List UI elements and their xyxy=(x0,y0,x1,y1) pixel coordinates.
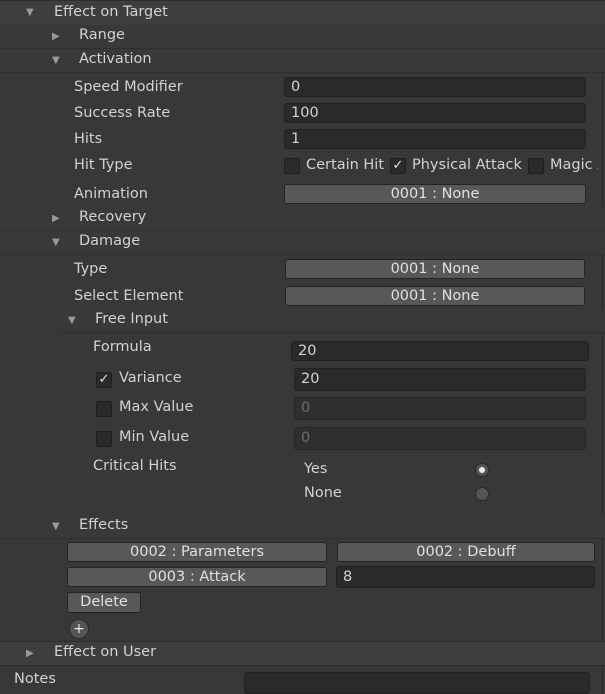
collapsed-arrow-icon: ▶ xyxy=(52,31,60,42)
recovery-label: Recovery xyxy=(79,209,147,225)
range-foldout[interactable]: ▶ Range xyxy=(0,25,605,49)
effect-on-user-label: Effect on User xyxy=(54,644,157,660)
magic-attack-checkbox[interactable] xyxy=(528,158,544,174)
critical-hits-label: Critical Hits xyxy=(93,458,177,474)
speed-modifier-input[interactable]: 0 xyxy=(284,77,586,97)
magic-attack-label: Magic A xyxy=(550,157,598,173)
notes-input[interactable] xyxy=(244,672,590,694)
formula-input[interactable]: 20 xyxy=(291,341,589,361)
damage-type-dropdown[interactable]: 0001 : None xyxy=(285,259,585,279)
expanded-arrow-icon: ▼ xyxy=(52,521,60,532)
select-element-label: Select Element xyxy=(74,288,184,304)
effect-attack-dropdown[interactable]: 0003 : Attack xyxy=(67,567,327,587)
check-icon: ✓ xyxy=(392,158,404,173)
free-input-label: Free Input xyxy=(95,311,168,327)
effect-on-target-header[interactable]: ▼ Effect on Target xyxy=(0,0,605,26)
critical-yes-radio[interactable] xyxy=(475,463,489,477)
delete-button[interactable]: Delete xyxy=(67,592,141,613)
expanded-arrow-icon: ▼ xyxy=(52,237,60,248)
variance-input[interactable]: 20 xyxy=(294,368,586,391)
collapsed-arrow-icon: ▶ xyxy=(52,213,60,224)
formula-label: Formula xyxy=(93,339,152,355)
scrollbar-edge xyxy=(602,0,603,694)
effect-value-input[interactable]: 8 xyxy=(336,566,595,588)
free-input-foldout[interactable]: ▼ Free Input xyxy=(60,309,605,333)
check-icon: ✓ xyxy=(98,372,110,387)
hits-input[interactable]: 1 xyxy=(284,129,586,149)
variance-label: Variance xyxy=(119,370,182,386)
certain-hit-checkbox[interactable] xyxy=(284,158,300,174)
min-value-label: Min Value xyxy=(119,429,190,445)
critical-none-radio[interactable] xyxy=(475,487,489,501)
max-value-checkbox[interactable] xyxy=(96,401,112,417)
physical-attack-label: Physical Attack xyxy=(412,157,522,173)
min-value-checkbox[interactable] xyxy=(96,431,112,447)
hit-type-label: Hit Type xyxy=(74,157,133,173)
critical-yes-label: Yes xyxy=(304,461,328,477)
activation-label: Activation xyxy=(79,51,152,67)
expanded-arrow-icon: ▼ xyxy=(26,7,34,18)
damage-label: Damage xyxy=(79,233,141,249)
success-rate-input[interactable]: 100 xyxy=(284,103,586,123)
animation-dropdown[interactable]: 0001 : None xyxy=(284,184,586,204)
success-rate-label: Success Rate xyxy=(74,105,171,121)
hits-label: Hits xyxy=(74,131,103,147)
effect-parameters-dropdown[interactable]: 0002 : Parameters xyxy=(67,542,327,562)
add-effect-button[interactable]: + xyxy=(69,619,89,639)
activation-foldout[interactable]: ▼ Activation xyxy=(0,49,605,73)
animation-label: Animation xyxy=(74,186,148,202)
notes-label: Notes xyxy=(14,671,56,687)
effect-debuff-dropdown[interactable]: 0002 : Debuff xyxy=(337,542,595,562)
damage-foldout[interactable]: ▼ Damage xyxy=(0,231,605,255)
max-value-input[interactable]: 0 xyxy=(294,397,586,420)
effect-on-target-label: Effect on Target xyxy=(54,4,168,20)
effect-on-user-header[interactable]: ▶ Effect on User xyxy=(0,641,605,666)
min-value-input[interactable]: 0 xyxy=(294,427,586,450)
expanded-arrow-icon: ▼ xyxy=(52,55,60,66)
critical-none-label: None xyxy=(304,485,342,501)
damage-type-label: Type xyxy=(74,261,108,277)
max-value-label: Max Value xyxy=(119,399,194,415)
select-element-dropdown[interactable]: 0001 : None xyxy=(285,286,585,306)
speed-modifier-label: Speed Modifier xyxy=(74,79,183,95)
effects-label: Effects xyxy=(79,517,129,533)
collapsed-arrow-icon: ▶ xyxy=(26,648,34,659)
range-label: Range xyxy=(79,27,125,43)
plus-icon: + xyxy=(73,621,85,637)
certain-hit-label: Certain Hit xyxy=(306,157,385,173)
expanded-arrow-icon: ▼ xyxy=(68,315,76,326)
recovery-foldout[interactable]: ▶ Recovery xyxy=(0,207,605,231)
physical-attack-checkbox[interactable]: ✓ xyxy=(390,158,406,174)
variance-checkbox[interactable]: ✓ xyxy=(96,372,112,388)
effects-foldout[interactable]: ▼ Effects xyxy=(0,515,605,539)
